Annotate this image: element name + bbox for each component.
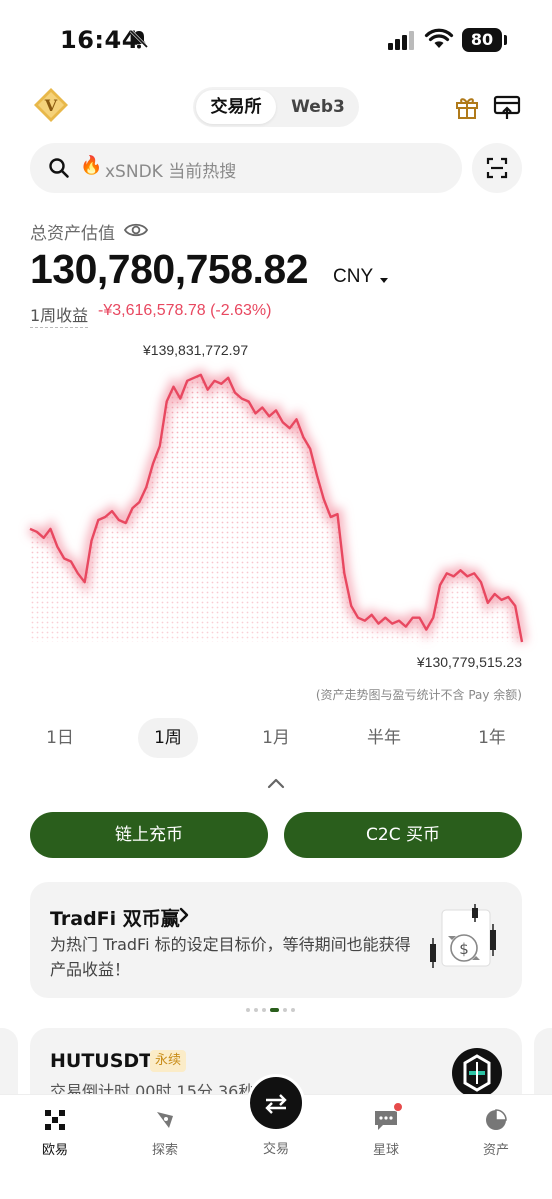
nav-planet-label: 星球 [372,1143,399,1158]
tab-exchange[interactable]: 交易所 [196,90,276,124]
range-1y[interactable]: 1年 [462,718,522,758]
chart-note: (资产走势图与盈亏统计不含 Pay 余额) [315,688,522,702]
search-icon [49,158,69,178]
swap-arrows-icon [265,1094,287,1114]
nav-home-label: 欧易 [41,1143,68,1158]
feed-symbol: HUTUSDT [50,1050,153,1072]
muted-bell-icon [129,29,149,49]
nav-assets[interactable]: 资产 [456,1105,536,1158]
chart-min-label: ¥130,779,515.23 [416,654,522,670]
pagination-dot [254,1008,258,1012]
scan-button[interactable] [472,143,522,193]
nav-explore-label: 探索 [151,1143,178,1158]
pagination-dot [246,1008,250,1012]
cellular-signal-icon [388,31,414,50]
currency-caret-icon[interactable] [380,278,388,283]
pagination-dot [291,1008,295,1012]
chevron-right-icon [179,907,189,923]
gift-icon[interactable] [454,94,480,120]
compass-icon [157,1112,173,1128]
range-1w[interactable]: 1周 [138,718,198,758]
range-tabs: 1日 1周 1月 半年 1年 [0,718,552,758]
nav-trade-label: 交易 [262,1142,289,1157]
battery-indicator: 80 [462,28,502,52]
scan-icon [486,157,508,179]
okx-logo-icon [45,1110,65,1130]
eye-icon[interactable] [124,221,148,239]
total-assets-value: 130,780,758.82 [30,246,309,292]
search-placeholder: xSNDK 当前热搜 [105,162,237,182]
notification-badge [393,1102,403,1112]
tab-web3[interactable]: Web3 [281,90,355,124]
c2c-buy-button[interactable]: C2C 买币 [284,812,522,858]
total-assets-label: 总资产估值 [30,224,115,244]
pagination-dot-active [270,1008,279,1012]
asset-trend-chart[interactable] [0,330,552,680]
collapse-chevron-up-icon[interactable] [266,776,286,790]
pagination-dot [262,1008,266,1012]
search-bar[interactable]: 🔥 xSNDK 当前热搜 [30,143,462,193]
banner-description: 为热门 TradFi 标的设定目标价，等待期间也能获得产品收益！ [50,935,411,979]
perpetual-tag: 永续 [150,1050,187,1072]
wifi-icon [424,28,454,48]
nav-assets-label: 资产 [482,1143,509,1158]
nav-explore[interactable]: 探索 [125,1105,205,1158]
pie-chart-icon [486,1109,507,1130]
currency-selector[interactable]: CNY [333,266,373,288]
onchain-deposit-button[interactable]: 链上充币 [30,812,268,858]
exchange-web3-switch[interactable]: 交易所 Web3 [193,87,359,127]
fire-icon: 🔥 [80,155,103,176]
svg-text:V: V [44,96,58,115]
deposit-card-icon[interactable] [493,93,521,121]
nav-home[interactable]: 欧易 [15,1105,95,1158]
dual-currency-illustration-icon: $ [430,904,496,968]
trade-button[interactable] [247,1074,305,1132]
pagination-dot [283,1008,287,1012]
range-6m[interactable]: 半年 [354,718,414,758]
tradfi-banner[interactable]: TradFi 双币赢 为热门 TradFi 标的设定目标价，等待期间也能获得产品… [30,882,522,998]
hutu-coin-icon [452,1048,502,1098]
nav-planet[interactable]: 星球 [346,1105,426,1158]
weekly-pnl-value: -¥3,616,578.78 (-2.63%) [98,302,272,319]
vip-logo-icon[interactable]: V [32,86,70,124]
status-bar: 16:44 80 [0,0,552,80]
range-1m[interactable]: 1月 [246,718,306,758]
chart-max-label: ¥139,831,772.97 [143,342,249,358]
svg-text:$: $ [459,940,469,958]
weekly-pnl-label[interactable]: 1周收益 [30,302,89,328]
banner-title: TradFi 双币赢 [50,908,180,930]
battery-tip [504,35,507,45]
range-1d[interactable]: 1日 [30,718,90,758]
